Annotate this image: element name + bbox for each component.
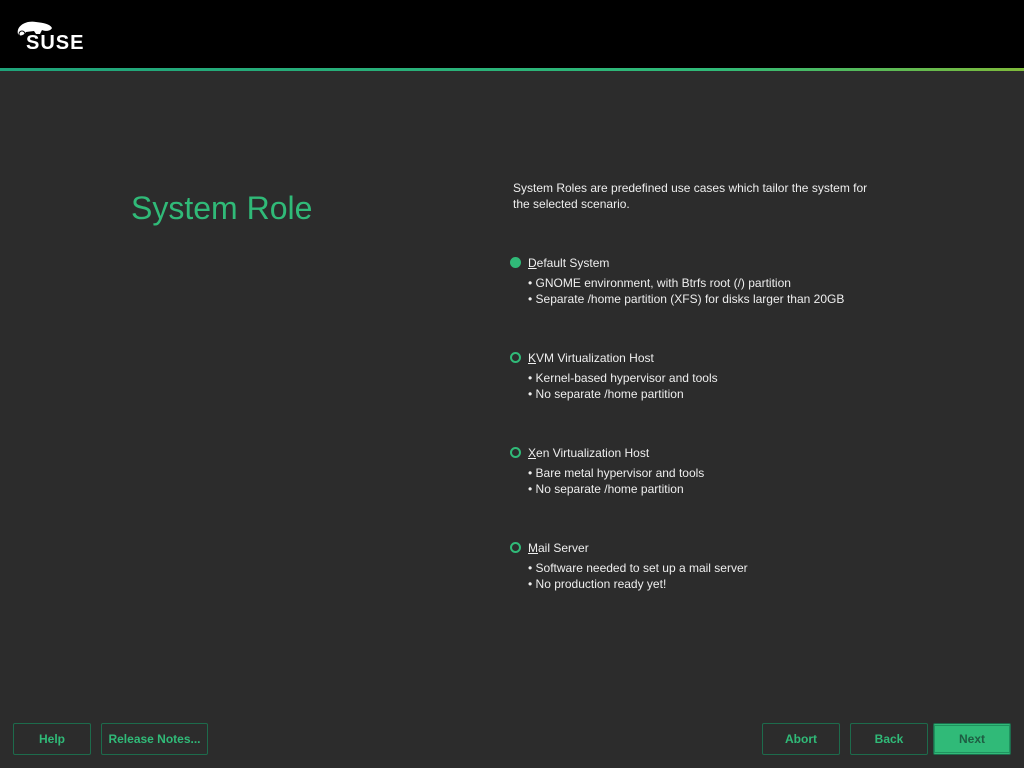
role-label[interactable]: Mail Server: [528, 540, 589, 556]
role-description: • Bare metal hypervisor and tools• No se…: [528, 465, 704, 497]
radio-button[interactable]: [510, 542, 521, 553]
page-title: System Role: [131, 190, 312, 227]
radio-button[interactable]: [510, 257, 521, 268]
role-label[interactable]: Xen Virtualization Host: [528, 445, 649, 461]
abort-button[interactable]: Abort: [762, 723, 840, 755]
release-notes-button[interactable]: Release Notes...: [101, 723, 208, 755]
role-label[interactable]: Default System: [528, 255, 609, 271]
next-button[interactable]: Next: [933, 723, 1011, 755]
radio-button[interactable]: [510, 447, 521, 458]
back-button[interactable]: Back: [850, 723, 928, 755]
role-label[interactable]: KVM Virtualization Host: [528, 350, 654, 366]
accent-bar: [0, 68, 1024, 71]
help-label: Help: [39, 732, 65, 746]
intro-text: System Roles are predefined use cases wh…: [513, 180, 873, 212]
release-notes-label: Release Notes...: [108, 732, 200, 746]
next-label: Next: [934, 725, 1010, 753]
role-description: • Kernel-based hypervisor and tools• No …: [528, 370, 718, 402]
role-description: • GNOME environment, with Btrfs root (/)…: [528, 275, 844, 307]
back-label: Back: [875, 732, 904, 746]
radio-button[interactable]: [510, 352, 521, 363]
role-description: • Software needed to set up a mail serve…: [528, 560, 748, 592]
help-button[interactable]: Help: [13, 723, 91, 755]
header: SUSE: [0, 0, 1024, 70]
logo-text: SUSE: [26, 32, 84, 55]
abort-label: Abort: [785, 732, 817, 746]
